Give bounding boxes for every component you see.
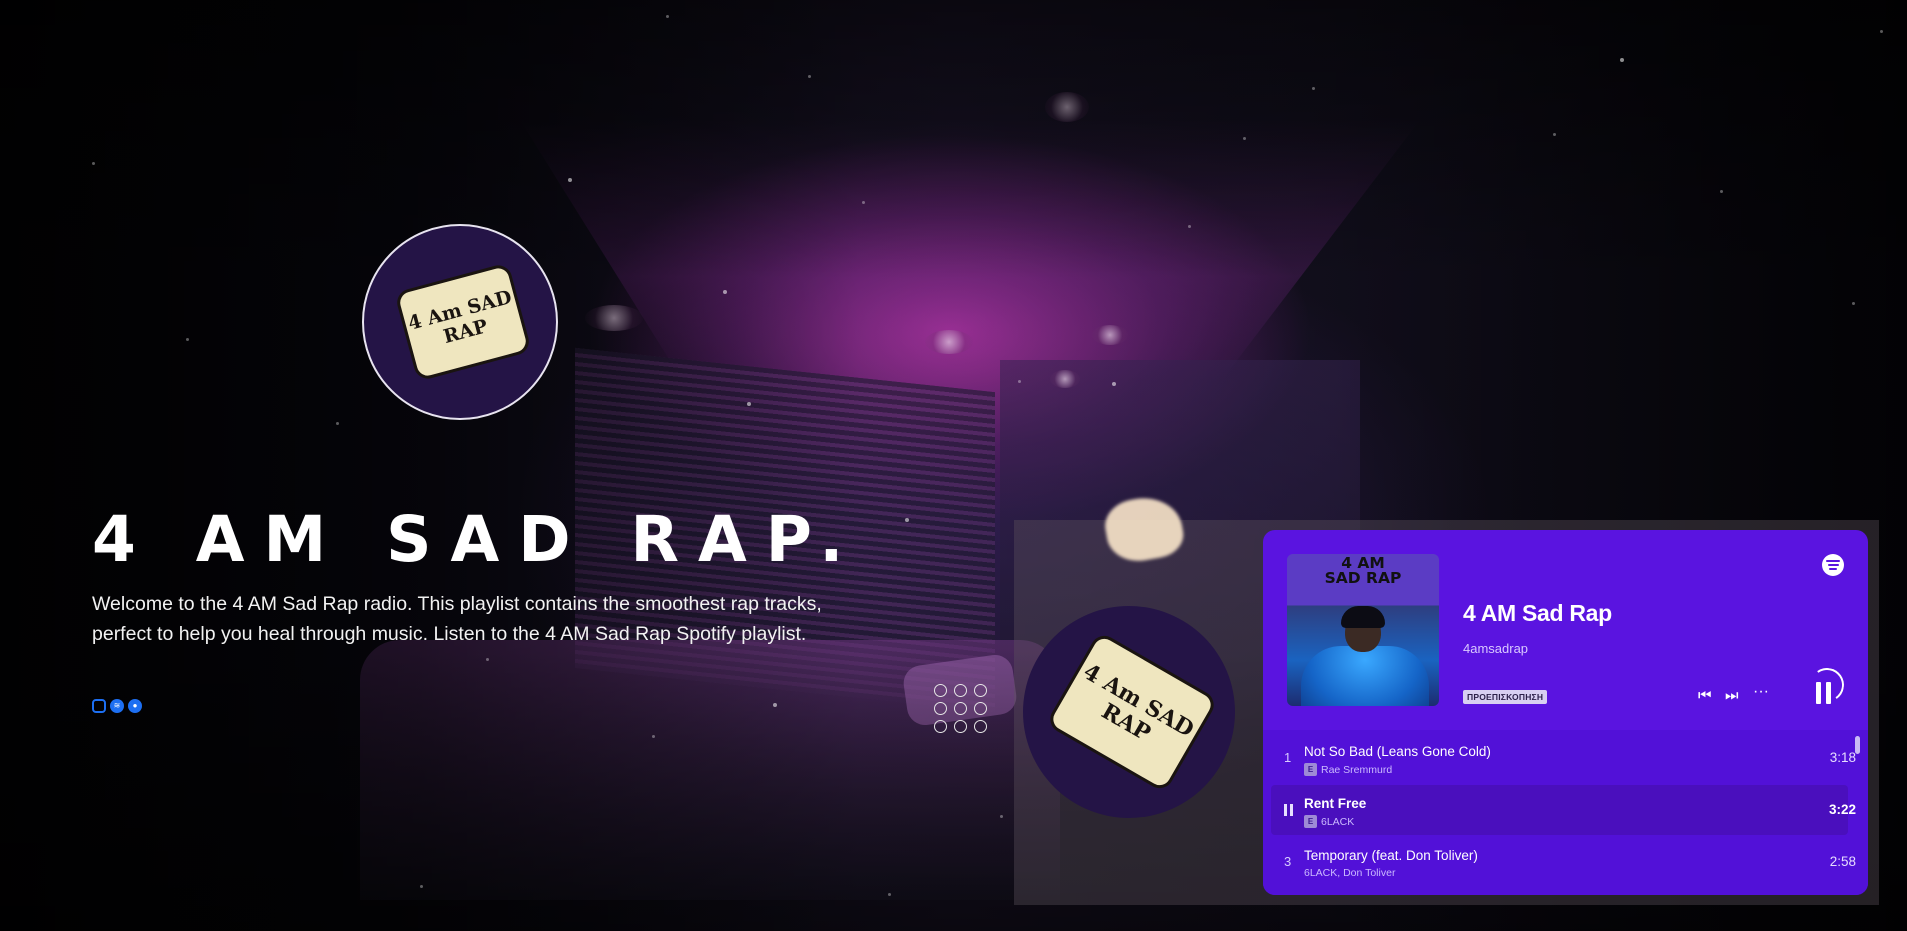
explicit-badge: E [1304, 815, 1317, 828]
snow-particle [1188, 225, 1191, 228]
track-name: Rent Free [1304, 796, 1367, 811]
track-row[interactable]: 3 Temporary (feat. Don Toliver) 6LACK, D… [1271, 837, 1856, 887]
snow-particle [1112, 382, 1116, 386]
cover-jacket [1301, 646, 1429, 706]
spotify-icon[interactable]: ≋ [110, 699, 124, 713]
track-artist-line: 6LACK, Don Toliver [1304, 867, 1395, 879]
explicit-badge: E [1304, 763, 1317, 776]
cover-title-line2: SAD RAP [1324, 569, 1402, 587]
snow-particle [486, 658, 489, 661]
track-number: 3 [1284, 854, 1292, 869]
grid-menu-icon[interactable] [934, 684, 989, 733]
snow-particle [808, 75, 811, 78]
track-artist-line: E 6LACK [1304, 815, 1354, 828]
snow-particle [1720, 190, 1723, 193]
spotify-logo-icon[interactable] [1822, 554, 1844, 576]
snow-particle [652, 735, 655, 738]
track-duration: 2:58 [1829, 854, 1856, 869]
cover-title: 4 AM SAD RAP [1287, 555, 1439, 587]
playlist-cover[interactable]: 4 AM SAD RAP [1287, 554, 1439, 706]
previous-track-icon[interactable]: ⏮ [1698, 688, 1712, 704]
snow-particle [1000, 815, 1003, 818]
track-artist[interactable]: 6LACK [1321, 816, 1354, 828]
snow-particle [1553, 133, 1556, 136]
pillow-logo-image: 4 Am SAD RAP [1045, 630, 1219, 794]
snow-particle [568, 178, 572, 182]
page-title: 4 AM SAD RAP. [92, 503, 863, 576]
track-row[interactable]: 1 Not So Bad (Leans Gone Cold) E Rae Sre… [1271, 733, 1856, 783]
progress-arc [1807, 665, 1847, 705]
track-duration: 3:22 [1828, 802, 1856, 817]
page-description: Welcome to the 4 AM Sad Rap radio. This … [92, 593, 822, 645]
track-name: Temporary (feat. Don Toliver) [1304, 848, 1478, 863]
station-logo: 4 Am SAD RAP [362, 224, 558, 420]
track-number: 1 [1284, 750, 1292, 765]
snow-particle [888, 893, 891, 896]
snow-particle [1620, 58, 1624, 62]
snow-particle [186, 338, 189, 341]
spotify-embed: 4 AM SAD RAP 4 AM Sad Rap 4amsadrap ΠΡΟΕ… [1263, 530, 1868, 895]
snow-particle [92, 162, 95, 165]
snow-particle [1312, 87, 1315, 90]
track-name: Not So Bad (Leans Gone Cold) [1304, 744, 1491, 759]
track-duration: 3:18 [1829, 750, 1856, 765]
pause-button[interactable] [1807, 665, 1847, 708]
track-row[interactable]: Rent Free E 6LACK 3:22 [1271, 785, 1856, 835]
snow-particle [905, 518, 909, 522]
playlist-owner[interactable]: 4amsadrap [1463, 641, 1528, 656]
track-artist[interactable]: 6LACK, Don Toliver [1304, 867, 1395, 879]
track-artist[interactable]: Rae Sremmurd [1321, 764, 1392, 776]
preview-badge: ΠΡΟΕΠΙΣΚΟΠΗΣΗ [1463, 690, 1548, 704]
snow-particle [666, 15, 669, 18]
next-track-icon[interactable]: ⏭ [1725, 688, 1739, 704]
snow-particle [1243, 137, 1246, 140]
pillow-logo-image: 4 Am SAD RAP [394, 262, 532, 382]
snow-particle [862, 201, 865, 204]
snow-particle [1880, 30, 1883, 33]
snow-particle [420, 885, 423, 888]
snow-particle [723, 290, 727, 294]
panel-logo: 4 Am SAD RAP [1023, 606, 1235, 818]
snow-particle [773, 703, 777, 707]
snow-particle [747, 402, 751, 406]
track-artist-line: E Rae Sremmurd [1304, 763, 1392, 776]
instagram-icon[interactable] [92, 699, 106, 713]
social-links: ≋ ● [92, 699, 142, 713]
reddit-icon[interactable]: ● [128, 699, 142, 713]
more-options-icon[interactable]: ··· [1753, 684, 1769, 700]
cover-hat [1341, 606, 1385, 628]
track-list: 1 Not So Bad (Leans Gone Cold) E Rae Sre… [1263, 730, 1868, 895]
snow-particle [336, 422, 339, 425]
snow-particle [1018, 380, 1021, 383]
snow-particle [1852, 302, 1855, 305]
pause-icon[interactable] [1283, 804, 1295, 816]
playlist-title[interactable]: 4 AM Sad Rap [1463, 600, 1612, 627]
